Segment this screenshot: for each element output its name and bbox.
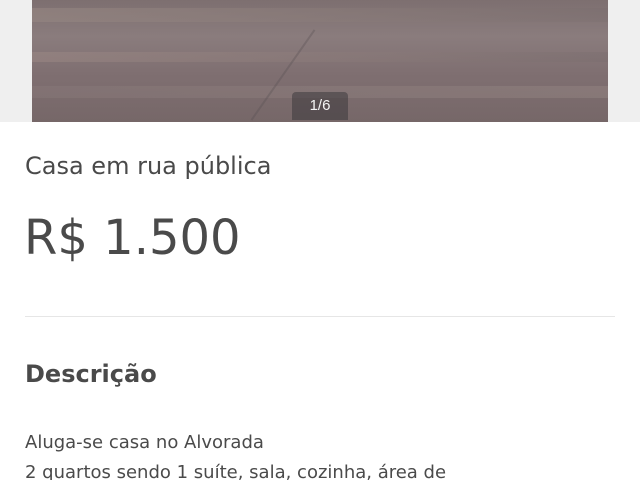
photo-texture: [32, 52, 608, 62]
listing-price: R$ 1.500: [24, 210, 241, 266]
photo-gallery[interactable]: 1/6: [0, 0, 640, 122]
description-text: Aluga-se casa no Alvorada 2 quartos send…: [25, 428, 625, 480]
description-heading: Descrição: [25, 360, 157, 388]
description-line: 2 quartos sendo 1 suíte, sala, cozinha, …: [25, 462, 447, 480]
photo-texture: [32, 8, 608, 22]
listing-page: 1/6 Casa em rua pública R$ 1.500 Descriç…: [0, 0, 640, 480]
description-line: Aluga-se casa no Alvorada: [25, 432, 264, 453]
listing-title: Casa em rua pública: [25, 152, 272, 180]
photo-counter: 1/6: [292, 92, 348, 120]
section-divider: [25, 316, 615, 317]
